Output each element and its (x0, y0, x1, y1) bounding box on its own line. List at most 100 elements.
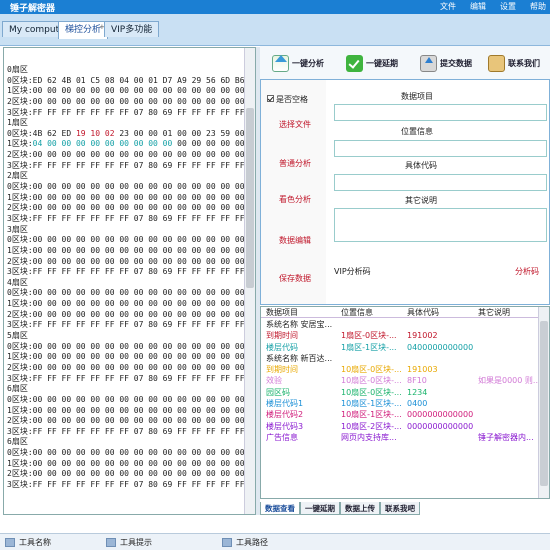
table-row[interactable]: 楼层代码3 10扇区-2区块-... 0000000000000 (261, 421, 539, 432)
table-row[interactable]: 系统名称 安居宝... (261, 319, 539, 330)
action-column: 是否空格 选择文件 普通分析 看色分析 数据编辑 保存数据 (261, 80, 326, 304)
hex-line: 0区块:00 00 00 00 00 00 00 00 00 00 00 00 … (7, 182, 245, 193)
toolbar: 一键分析 一键延期 提交数据 联系我们 (260, 46, 550, 79)
table-row[interactable]: 到期时间 10扇区-0区块-... 191003 (261, 364, 539, 375)
other-notes-label: 其它说明 (405, 196, 437, 205)
col-header-location[interactable]: 位置信息 (336, 307, 402, 317)
hex-line: 2区块:00 00 00 00 00 00 00 00 00 00 00 00 … (7, 203, 245, 214)
status-tool-tip: 工具提示 (106, 537, 152, 548)
table-cell (473, 353, 539, 364)
hex-line-text: 2区块:00 00 00 00 00 00 00 00 00 00 00 00 … (7, 469, 245, 479)
tab-data-view[interactable]: 数据查看 (260, 502, 300, 515)
table-cell: 网页内支持库... (341, 432, 397, 442)
hex-line-text: 0扇区 (7, 65, 28, 74)
hex-line-text: 2区块:00 00 00 00 00 00 00 00 00 00 00 00 … (7, 256, 245, 266)
one-click-analyze-button[interactable]: 一键分析 (272, 50, 324, 76)
hex-line-text: 3区块:FF FF FF FF FF FF FF 07 80 69 FF FF … (7, 479, 245, 489)
hex-line-text: 0区块:ED 62 4B 01 C5 08 04 00 01 D7 A9 29 … (7, 75, 245, 85)
hex-scrollbar-thumb[interactable] (246, 108, 254, 288)
analysis-form: 是否空格 选择文件 普通分析 看色分析 数据编辑 保存数据 数据项目 位置信息 … (260, 79, 550, 305)
hex-line-rest: 00 00 00 00 00 00 (177, 139, 245, 149)
hex-line-rest: 23 00 00 01 00 00 23 59 00 00 (114, 128, 245, 138)
menu-file[interactable]: 文件 (440, 1, 456, 12)
hex-line: 2区块:00 00 00 00 00 00 00 00 00 00 00 00 … (7, 469, 245, 480)
table-row[interactable]: 广告信息 网页内支持库... 锤子解密器内... (261, 432, 539, 443)
table-cell (473, 409, 539, 420)
hex-line-text: 1区块:00 00 00 00 00 00 00 00 00 00 00 00 … (7, 299, 245, 309)
hex-dump-panel[interactable]: 0扇区 0区块:ED 62 4B 01 C5 08 04 00 01 D7 A9 … (3, 47, 256, 515)
status-bar: 工具名称 工具提示 工具路径 (0, 533, 550, 550)
table-cell (402, 319, 473, 330)
col-header-data-item[interactable]: 数据项目 (261, 307, 336, 317)
hex-line-text: 3区块:FF FF FF FF FF FF FF 07 80 69 FF FF … (7, 373, 245, 383)
space-checkbox[interactable] (267, 95, 274, 102)
col-header-code[interactable]: 具体代码 (402, 307, 473, 317)
analyze-code-button[interactable]: 分析码 (515, 266, 539, 277)
title-menu: 文件 编辑 设置 帮助 (440, 1, 546, 12)
hex-line-text: 3区块:FF FF FF FF FF FF FF 07 80 69 FF FF … (7, 213, 245, 223)
submit-data-label: 提交数据 (440, 58, 472, 68)
tab-bar: My compute 梯控分析 + VIP多功能 (0, 14, 550, 46)
tab-data-upload[interactable]: 数据上传 (340, 502, 380, 515)
table-cell (336, 353, 402, 364)
space-checkbox-label[interactable]: 是否空格 (276, 94, 308, 105)
hex-line: 5扇区 (7, 331, 245, 342)
table-row[interactable]: 系统名称 新百达... (261, 353, 539, 364)
hex-line: 4扇区 (7, 278, 245, 289)
col-header-notes[interactable]: 其它说明 (473, 307, 539, 317)
save-data-button[interactable]: 保存数据 (279, 273, 311, 284)
select-file-button[interactable]: 选择文件 (279, 119, 311, 130)
hex-line-text: 0区块:00 00 00 00 00 00 00 00 00 00 00 00 … (7, 182, 245, 192)
tab-vip-features[interactable]: VIP多功能 (104, 21, 160, 37)
table-row[interactable]: 楼层代码1 10扇区-1区块-... 0400 (261, 398, 539, 409)
hex-line: 6扇区 (7, 437, 245, 448)
tab-one-click-extend[interactable]: 一键延期 (300, 502, 340, 515)
table-cell: 楼层代码2 (266, 410, 304, 420)
table-cell: 如果是0000 则... (478, 376, 539, 386)
status-tool-path: 工具路径 (222, 537, 268, 548)
location-info-input[interactable] (334, 140, 547, 157)
table-row[interactable]: 楼层代码 1扇区-1区块-... 0400000000000... (261, 342, 539, 353)
result-table: 数据项目 位置信息 具体代码 其它说明 系统名称 安居宝... 到期时间 1扇区-0… (260, 306, 550, 499)
other-notes-input[interactable] (334, 208, 547, 242)
table-cell: 锤子解密器内... (478, 432, 534, 442)
table-row[interactable]: 楼层代码2 10扇区-1区块-... 0000000000000 (261, 409, 539, 420)
table-scrollbar[interactable] (538, 307, 549, 498)
table-cell (473, 319, 539, 330)
hex-line-text: 0区块:00 00 00 00 00 00 00 00 00 00 00 00 … (7, 235, 245, 245)
contact-icon (488, 54, 505, 72)
hex-dump-text[interactable]: 0扇区 0区块:ED 62 4B 01 C5 08 04 00 01 D7 A9 … (7, 65, 245, 491)
table-row[interactable]: 效验 10扇区-0区块-... 8F10 如果是0000 则... (261, 375, 539, 386)
hex-line: 1区块:00 00 00 00 00 00 00 00 00 00 00 00 … (7, 299, 245, 310)
hex-line: 1区块:04 00 00 00 00 00 00 00 00 00 00 00 … (7, 139, 245, 150)
hex-line-text: 2区块:00 00 00 00 00 00 00 00 00 00 00 00 … (7, 203, 245, 213)
table-cell: 191003 (407, 365, 438, 375)
menu-edit[interactable]: 编辑 (470, 1, 486, 12)
hex-line: 3区块:FF FF FF FF FF FF FF 07 80 69 FF FF … (7, 161, 245, 172)
contact-us-button[interactable]: 联系我们 (488, 50, 540, 76)
hex-line: 1区块:00 00 00 00 00 00 00 00 00 00 00 00 … (7, 193, 245, 204)
normal-analyze-button[interactable]: 普通分析 (279, 158, 311, 169)
one-click-extend-button[interactable]: 一键延期 (346, 50, 398, 76)
hex-line: 2区块:00 00 00 00 00 00 00 00 00 00 00 00 … (7, 363, 245, 374)
data-edit-button[interactable]: 数据编辑 (279, 235, 311, 246)
hex-line-text: 4扇区 (7, 277, 28, 287)
view-analyze-button[interactable]: 看色分析 (279, 194, 311, 205)
table-scrollbar-thumb[interactable] (540, 321, 548, 486)
table-cell (473, 421, 539, 432)
tab-contact[interactable]: 联系我吧 (380, 502, 420, 515)
table-row[interactable]: 到期时间 1扇区-0区块-... 191002 (261, 330, 539, 341)
tip-icon (106, 538, 116, 547)
data-item-label: 数据项目 (401, 92, 433, 101)
table-cell (336, 319, 402, 330)
menu-help[interactable]: 帮助 (530, 1, 546, 12)
table-row[interactable]: 园区码 10扇区-0区块-... 1234 (261, 387, 539, 398)
table-cell: 园区码 (266, 387, 290, 397)
data-item-input[interactable] (334, 104, 547, 121)
hex-scrollbar[interactable] (244, 48, 255, 514)
specific-code-input[interactable] (334, 174, 547, 191)
menu-settings[interactable]: 设置 (500, 1, 516, 12)
submit-data-button[interactable]: 提交数据 (420, 50, 472, 76)
table-cell: 10扇区-0区块-... (341, 387, 402, 397)
hex-line: 0扇区 (7, 65, 245, 76)
